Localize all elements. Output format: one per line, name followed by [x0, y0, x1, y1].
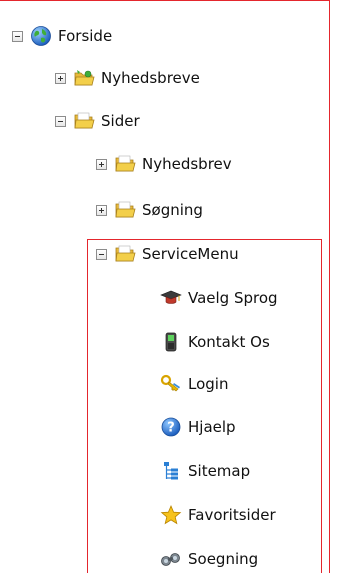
tree-leaf-label: Favoritsider — [188, 506, 276, 524]
tree-leaf-login[interactable]: Login — [160, 371, 228, 397]
mobile-phone-icon — [165, 332, 177, 352]
tree-leaf-kontakt-os[interactable]: Kontakt Os — [160, 329, 270, 355]
help-icon: ? — [161, 417, 181, 437]
folder-open-icon — [115, 245, 136, 262]
folder-icon — [115, 201, 136, 218]
tree-node-soegning-folder[interactable]: Søgning — [96, 197, 203, 223]
tree-leaf-hjaelp[interactable]: ? Hjaelp — [160, 414, 236, 440]
folder-icon — [115, 155, 136, 172]
tree-node-forside[interactable]: Forside — [12, 23, 112, 49]
tree-leaf-label: Sitemap — [188, 462, 251, 480]
star-icon — [160, 504, 182, 525]
tree-node-label: Nyhedsbrev — [142, 155, 232, 173]
tree-leaf-label: Hjaelp — [188, 418, 236, 436]
tree-node-sider[interactable]: Sider — [55, 108, 140, 134]
folder-special-icon — [74, 70, 95, 86]
tree-leaf-sitemap[interactable]: Sitemap — [160, 458, 250, 484]
collapse-icon[interactable] — [96, 248, 107, 260]
expand-icon[interactable] — [96, 204, 107, 216]
tree-node-nyhedsbrev[interactable]: Nyhedsbrev — [96, 151, 232, 177]
tree-node-servicemenu[interactable]: ServiceMenu — [96, 241, 239, 267]
tree-node-label: ServiceMenu — [142, 245, 239, 263]
key-icon — [160, 374, 180, 392]
globe-icon — [31, 26, 51, 46]
tree-leaf-soegning[interactable]: Soegning — [160, 546, 258, 572]
tree-leaf-favoritsider[interactable]: Favoritsider — [160, 502, 276, 528]
svg-text:?: ? — [167, 421, 175, 436]
collapse-icon[interactable] — [55, 115, 66, 127]
collapse-icon[interactable] — [12, 30, 23, 42]
tree-leaf-label: Soegning — [188, 550, 259, 568]
tree-leaf-vaelg-sprog[interactable]: Vaelg Sprog — [160, 285, 278, 311]
tree-node-label: Sider — [101, 112, 140, 130]
binoculars-icon — [161, 553, 180, 566]
tree-leaf-label: Vaelg Sprog — [188, 289, 278, 307]
tree-leaf-label: Kontakt Os — [188, 333, 270, 351]
sitemap-icon — [164, 462, 178, 480]
expand-icon[interactable] — [55, 72, 66, 84]
tree-node-label: Forside — [58, 27, 113, 45]
tree-node-label: Søgning — [142, 201, 203, 219]
tree-node-nyhedsbreve[interactable]: Nyhedsbreve — [55, 65, 200, 91]
tree-leaf-label: Login — [188, 375, 229, 393]
graduation-cap-icon — [160, 290, 182, 304]
tree-node-label: Nyhedsbreve — [101, 69, 200, 87]
folder-open-icon — [74, 112, 95, 129]
expand-icon[interactable] — [96, 158, 107, 170]
